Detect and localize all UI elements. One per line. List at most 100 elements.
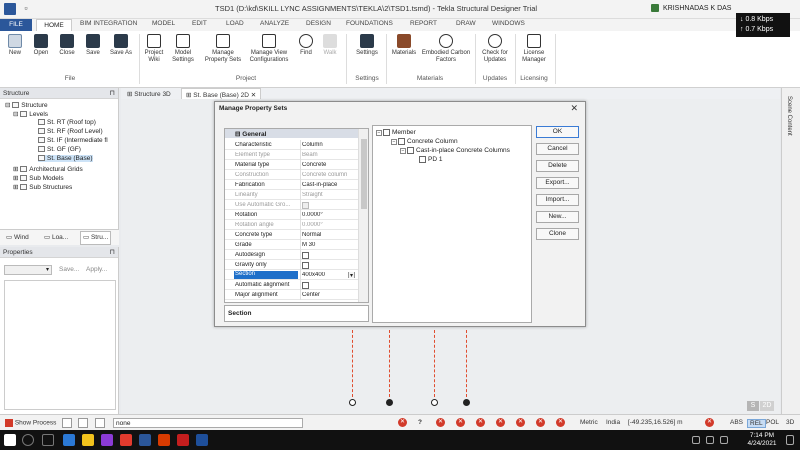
search-icon[interactable] [22, 434, 34, 446]
snap-icon[interactable]: ✕ [705, 418, 714, 427]
tree-node-pd1[interactable]: PD 1 [419, 156, 442, 163]
pin-icon[interactable]: ⊓ [110, 89, 115, 97]
tree-item-sub-models[interactable]: ⊞ Sub Models [13, 174, 64, 182]
tab-file[interactable]: FILE [0, 19, 32, 31]
new-button[interactable]: New... [536, 211, 579, 223]
tree-item-sub-structures[interactable]: ⊞ Sub Structures [13, 183, 72, 191]
scene-2d-badge[interactable]: 2D [760, 401, 774, 411]
tree-node-cast-in-place[interactable]: − Cast-in-place Concrete Columns [400, 147, 510, 154]
tab-draw[interactable]: DRAW [456, 20, 476, 27]
stop-icon[interactable]: ✕ [436, 418, 445, 427]
scroll-thumb[interactable] [361, 139, 367, 209]
checkbox[interactable] [407, 147, 414, 154]
export-button[interactable]: Export... [536, 177, 579, 189]
property-row[interactable]: Rotation angle 0.0000° [225, 220, 359, 230]
property-value[interactable]: M 30 [302, 242, 357, 248]
property-row[interactable]: Fabrication Cast-in-place [225, 180, 359, 190]
collapse-icon[interactable]: − [400, 147, 406, 154]
file-explorer-icon[interactable] [82, 434, 94, 446]
tree-item-architectural-grids[interactable]: ⊞ Architectural Grids [13, 165, 83, 173]
tab-base-2d[interactable]: ⊞ St. Base (Base) 2D ✕ [181, 88, 262, 99]
property-row[interactable]: Automatic alignment [225, 280, 359, 290]
tab-edit[interactable]: EDIT [192, 20, 207, 27]
property-row[interactable]: Grade M 30 [225, 240, 359, 250]
tree-item-level-gf[interactable]: St. GF (GF) [38, 146, 81, 153]
tree-item-structure[interactable]: ⊟ Structure [5, 101, 48, 109]
tekla-icon[interactable] [196, 434, 208, 446]
close-button[interactable]: Close [57, 34, 77, 57]
property-row[interactable]: Gravity only [225, 260, 359, 270]
property-row[interactable]: Use Automatic Gro... [225, 200, 359, 210]
stop-icon[interactable]: ✕ [556, 418, 565, 427]
quick-save-icon[interactable]: ▫ [20, 3, 32, 15]
property-value[interactable]: 400x400 ▾ [302, 272, 357, 278]
checkbox[interactable] [398, 138, 405, 145]
checkbox[interactable] [383, 129, 390, 136]
find-button[interactable]: Find [297, 34, 315, 57]
tab-design[interactable]: DESIGN [306, 20, 331, 27]
property-row[interactable]: Material type Concrete [225, 160, 359, 170]
open-button[interactable]: Open [31, 34, 51, 57]
tab-structure[interactable]: ▭ Stru... [80, 231, 112, 245]
settings-button[interactable]: Settings [353, 34, 381, 57]
onenote-icon[interactable] [101, 434, 113, 446]
mode-abs[interactable]: ABS [730, 419, 743, 426]
tree-item-levels[interactable]: ⊟ Levels [13, 110, 48, 118]
checkbox[interactable] [302, 262, 309, 269]
property-row[interactable]: Rotation 0.0000° [225, 210, 359, 220]
property-value[interactable]: Beam [302, 152, 357, 158]
property-row[interactable]: Concrete type Normal [225, 230, 359, 240]
tab-foundations[interactable]: FOUNDATIONS [346, 20, 393, 27]
license-manager-button[interactable]: License Manager [518, 34, 550, 64]
manage-property-sets-button[interactable]: Manage Property Sets [204, 34, 242, 64]
windows-start-icon[interactable] [4, 434, 16, 446]
grid-bubble[interactable] [463, 399, 470, 406]
pin-icon[interactable]: ⊓ [110, 248, 115, 256]
scene-content-label[interactable]: Scene Content [786, 96, 792, 136]
tab-loads[interactable]: ▭ Loa... [44, 233, 68, 241]
embodied-carbon-factors-button[interactable]: Embodied Carbon Factors [420, 34, 472, 64]
stop-icon[interactable]: ✕ [476, 418, 485, 427]
grid-bubble[interactable] [386, 399, 393, 406]
cancel-button[interactable]: Cancel [536, 143, 579, 155]
stop-icon[interactable]: ✕ [456, 418, 465, 427]
tab-analyze[interactable]: ANALYZE [260, 20, 289, 27]
grid-bubble[interactable] [431, 399, 438, 406]
property-value[interactable]: Concrete column [302, 172, 357, 178]
tree-item-level-base[interactable]: St. Base (Base) [38, 155, 93, 162]
property-set-select[interactable]: ▾ [4, 265, 52, 275]
property-value[interactable]: Straight [302, 192, 357, 198]
property-value[interactable]: Cast-in-place [302, 182, 357, 188]
filter-icon[interactable] [95, 418, 105, 428]
task-view-icon[interactable] [42, 434, 54, 446]
tree-node-member[interactable]: − Member [376, 129, 416, 136]
property-value[interactable]: Normal [302, 232, 357, 238]
word-icon[interactable] [139, 434, 151, 446]
stop-icon[interactable]: ✕ [496, 418, 505, 427]
property-value[interactable]: 0.0000° [302, 222, 357, 228]
stop-icon[interactable]: ✕ [516, 418, 525, 427]
grid-bubble[interactable] [349, 399, 356, 406]
scene-s-badge[interactable]: S [747, 401, 759, 411]
save-property-button[interactable]: Save... [59, 266, 79, 273]
apply-property-button[interactable]: Apply... [86, 266, 107, 273]
scissors-icon[interactable] [62, 418, 72, 428]
ok-button[interactable]: OK [536, 126, 579, 138]
grid-scrollbar[interactable] [358, 129, 368, 302]
clone-button[interactable]: Clone [536, 228, 579, 240]
manage-view-configurations-button[interactable]: Manage View Configurations [246, 34, 292, 64]
chevron-down-icon[interactable]: ▾ [347, 272, 355, 278]
network-icon[interactable] [706, 436, 714, 444]
region-indicator[interactable]: India [606, 419, 620, 426]
property-row[interactable]: Section 400x400 ▾ [225, 270, 359, 280]
tab-wind[interactable]: ▭ Wind [6, 233, 29, 241]
pdf-reader-icon[interactable] [177, 434, 189, 446]
delete-button[interactable]: Delete [536, 160, 579, 172]
powerpoint-icon[interactable] [158, 434, 170, 446]
property-row[interactable]: Major alignment Center [225, 290, 359, 300]
save-as-button[interactable]: Save As [108, 34, 134, 57]
tree-item-level-rf[interactable]: St. RF (Roof Level) [38, 128, 103, 135]
tab-windows[interactable]: WINDOWS [492, 20, 525, 27]
checkbox[interactable] [419, 156, 426, 163]
property-row[interactable]: Characteristic Column [225, 140, 359, 150]
